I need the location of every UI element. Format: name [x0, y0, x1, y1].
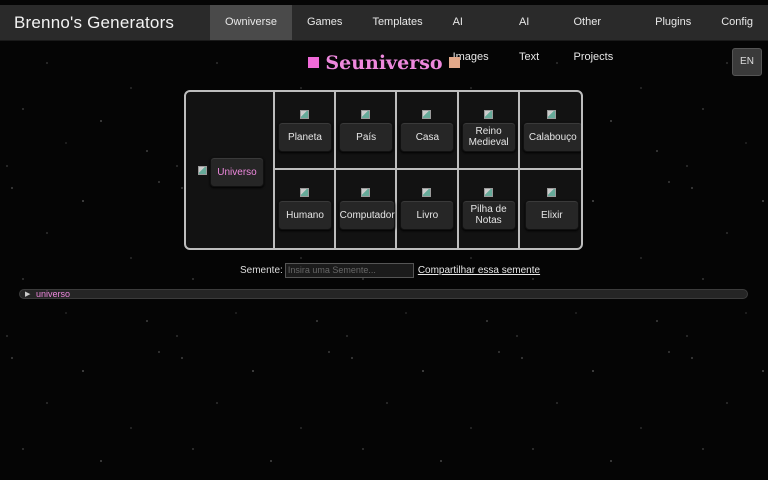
nav-item-config[interactable]: Config: [706, 5, 768, 40]
seed-label: Semente:: [240, 264, 283, 276]
generator-cell: Elixir: [520, 170, 581, 248]
generator-cell: Pilha de Notas: [459, 170, 520, 248]
nav-item-games[interactable]: Games: [292, 5, 357, 40]
kingdom-image-icon: [483, 110, 493, 119]
nav-item-templates[interactable]: Templates: [357, 5, 437, 40]
generator-button-reino-medieval[interactable]: Reino Medieval: [461, 122, 516, 152]
generator-cell: Humano: [275, 170, 337, 248]
triangle-right-icon[interactable]: ▶: [25, 290, 30, 299]
site-brand[interactable]: Brenno's Generators: [14, 5, 174, 40]
nav-item-owniverse[interactable]: Owniverse: [210, 5, 292, 40]
page-title: Seuniverso: [0, 52, 768, 74]
generator-cell: Livro: [397, 170, 459, 248]
tree-root-label[interactable]: universo: [36, 290, 70, 299]
seed-row: Semente: Compartilhar essa semente: [240, 262, 540, 278]
generator-button-pilha-de-notas[interactable]: Pilha de Notas: [461, 200, 516, 230]
generator-panel: Universo Planeta País Casa Reino Medieva…: [184, 90, 583, 250]
main-nav: Owniverse Games Templates AI Images AI T…: [210, 5, 768, 63]
country-image-icon: [361, 110, 371, 119]
generator-button-planeta[interactable]: Planeta: [278, 122, 332, 152]
planet-image-icon: [300, 110, 309, 119]
tree-root-item[interactable]: ▶ universo: [19, 289, 748, 299]
book-image-icon: [422, 188, 432, 197]
generator-cell: País: [336, 92, 398, 170]
nav-item-ai-images[interactable]: AI Images: [438, 5, 504, 63]
peach-square-icon: [448, 57, 460, 68]
main-generator-cell: Universo: [186, 92, 275, 248]
notes-image-icon: [483, 188, 493, 197]
computer-image-icon: [361, 188, 371, 197]
house-image-icon: [422, 110, 432, 119]
elixir-image-icon: [546, 188, 556, 197]
pink-square-icon: [308, 57, 320, 68]
generator-button-elixir[interactable]: Elixir: [524, 200, 579, 230]
generator-button-computador[interactable]: Computador: [339, 200, 396, 230]
human-image-icon: [300, 188, 309, 197]
generator-cell: Computador: [336, 170, 398, 248]
nav-item-plugins[interactable]: Plugins: [640, 5, 706, 40]
generator-cell: Calabouço: [519, 92, 581, 170]
generator-button-casa[interactable]: Casa: [400, 122, 455, 152]
generator-button-universo[interactable]: Universo: [210, 157, 264, 187]
generator-cell: Reino Medieval: [458, 92, 520, 170]
nav-item-ai-text[interactable]: AI Text: [504, 5, 559, 63]
generator-button-calabouco[interactable]: Calabouço: [522, 122, 581, 152]
universe-image-icon: [198, 166, 207, 175]
generator-cell: Planeta: [275, 92, 337, 170]
generator-button-pais[interactable]: País: [339, 122, 394, 152]
share-seed-link[interactable]: Compartilhar essa semente: [418, 265, 540, 276]
top-navbar: Brenno's Generators Owniverse Games Temp…: [0, 5, 768, 63]
nav-item-other-projects[interactable]: Other Projects: [559, 5, 641, 63]
generator-button-humano[interactable]: Humano: [278, 200, 332, 230]
dungeon-image-icon: [546, 110, 556, 119]
generator-grid: Planeta País Casa Reino Medieval Calabou…: [275, 92, 581, 248]
generator-button-livro[interactable]: Livro: [400, 200, 455, 230]
page-title-text: Seuniverso: [325, 52, 443, 74]
seed-input[interactable]: [284, 262, 414, 278]
generator-cell: Casa: [397, 92, 459, 170]
